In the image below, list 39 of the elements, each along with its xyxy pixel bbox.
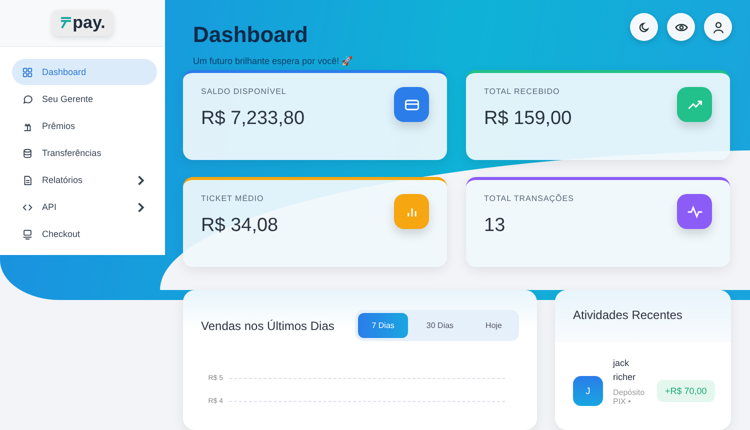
grid-icon	[22, 66, 33, 78]
panel-title: Atividades Recentes	[555, 290, 731, 342]
monitor-icon	[22, 228, 33, 240]
sidebar-item[interactable]: Dashboard	[12, 59, 157, 85]
database-icon	[22, 148, 33, 158]
trend-up-icon	[677, 87, 712, 122]
stat-label: TOTAL TRANSAÇÕES	[484, 194, 574, 203]
sidebar-item[interactable]: Transferências	[12, 140, 157, 166]
sidebar-item[interactable]: Prêmios	[12, 113, 157, 139]
activity-name: jack richer	[613, 357, 637, 384]
credit-card-icon	[394, 87, 429, 122]
sidebar-item[interactable]: Checkout	[12, 221, 157, 247]
amount-badge: +R$ 70,00	[657, 380, 715, 402]
sidebar-item[interactable]: Relatórios	[12, 167, 157, 193]
pulse-icon	[677, 194, 712, 229]
code-icon	[22, 202, 33, 212]
user-icon	[712, 20, 724, 34]
activity-description: Depósito PIX •	[613, 388, 646, 406]
period-tab[interactable]: 30 Dias	[412, 313, 468, 338]
panel-title: Vendas nos Últimos Dias	[201, 318, 334, 332]
stat-value: R$ 7,233,80	[201, 108, 305, 130]
stat-label: TICKET MÉDIO	[201, 194, 265, 203]
logo: pay.	[52, 10, 114, 36]
page-subtitle: Um futuro brilhante espera por você! 🚀	[193, 56, 353, 66]
period-tab[interactable]: Hoje	[472, 313, 516, 338]
period-tab[interactable]: 7 Dias	[358, 313, 408, 338]
page-title: Dashboard	[193, 22, 309, 48]
stat-value: R$ 34,08	[201, 215, 278, 237]
chat-bubble-icon	[22, 94, 33, 104]
stat-label: TOTAL RECEBIDO	[484, 87, 561, 96]
avatar: J	[573, 376, 603, 406]
moon-icon	[638, 20, 650, 34]
sidebar-item[interactable]: Seu Gerente	[12, 86, 157, 112]
stat-label: SALDO DISPONÍVEL	[201, 87, 288, 96]
stat-value: R$ 159,00	[484, 108, 572, 130]
sidebar-item[interactable]: API	[12, 194, 157, 220]
bar-chart-icon	[394, 194, 429, 229]
document-icon	[22, 174, 33, 186]
stat-value: 13	[484, 215, 506, 237]
